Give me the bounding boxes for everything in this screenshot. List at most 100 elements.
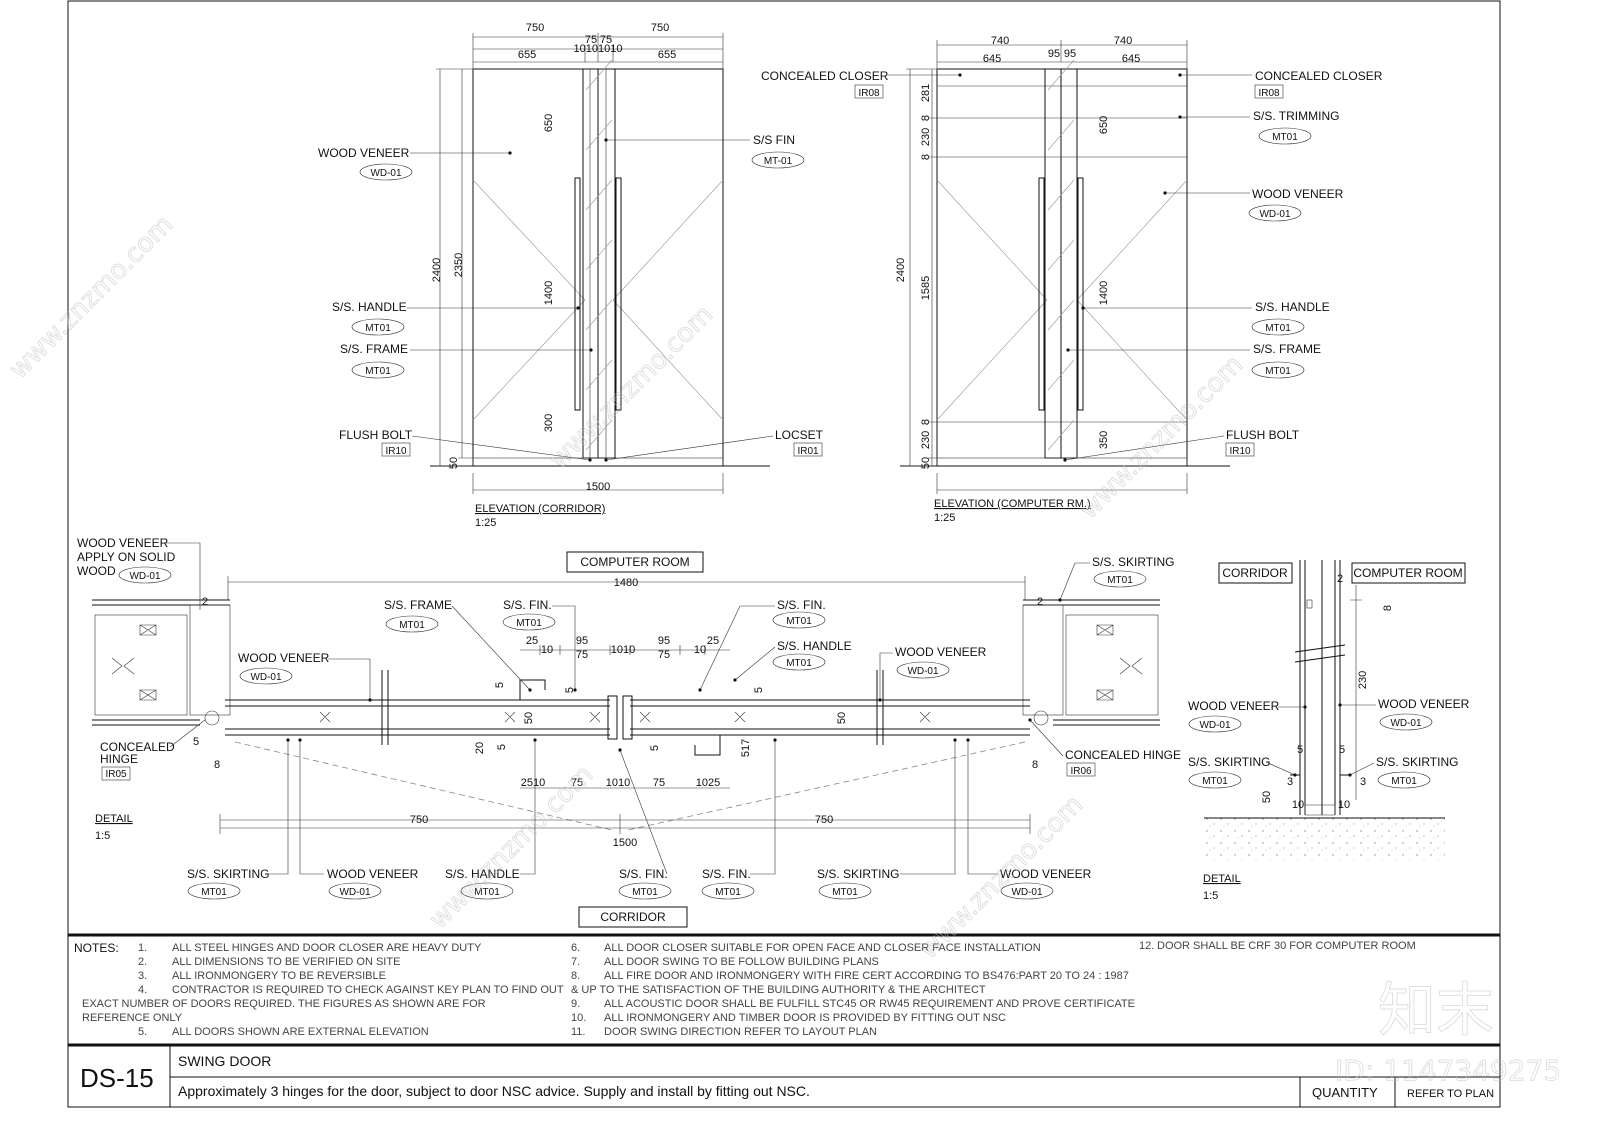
leader-dot [604,138,608,142]
dimension-text: 281 [920,84,932,102]
leader-line [552,605,576,690]
section-detail-scale: 1:5 [1203,890,1218,902]
note-text: ALL ACOUSTIC DOOR SHALL BE FULFILL STC45… [604,998,1135,1010]
dimension-text: 10101010 [574,43,623,55]
door-detail-drawing: ELEVATION (CORRIDOR) 1:25 ELEVATION (COM… [3,0,1562,1108]
callout-label: WOOD VENEER [1188,699,1280,713]
callout-label: APPLY ON SOLID [77,550,176,564]
note-text-continued: EXACT NUMBER OF DOORS REQUIRED. THE FIGU… [82,998,486,1010]
dimension-text: 650 [543,114,555,132]
callout: WOOD VENEER WD-01 [298,738,419,900]
note-text-continued: REFERENCE ONLY [82,1012,183,1024]
callout-label: S/S. FRAME [1253,342,1321,356]
material-tag-text: MT01 [1265,323,1291,334]
material-tag-text: WD-01 [907,666,939,677]
dimension-text: 5 [649,745,661,751]
material-tag-text: MT01 [1265,366,1291,377]
dimension-text: 1400 [543,281,555,305]
note-item: 7. ALL DOOR SWING TO BE FOLLOW BUILDING P… [571,956,879,968]
leader-line [734,646,776,681]
note-number: 5. [138,1026,147,1038]
note-text: ALL IRONMONGERY TO BE REVERSIBLE [172,970,386,982]
callout-label: WOOD VENEER [327,867,419,881]
dimension-text: 645 [1122,53,1140,65]
dimension-text: 5 [753,687,765,693]
dimension-text: 10 [541,644,553,656]
note-number: 1. [138,942,147,954]
callout: S/S. SKIRTING MT01 [1058,555,1174,602]
dimension-text: 1010 [611,644,635,656]
material-tag-text: IR10 [385,446,407,457]
leader-dot [958,73,962,77]
material-tag-text: MT01 [516,618,542,629]
dimension-text: 230 [920,128,932,146]
material-tag-text: MT01 [786,616,812,627]
elevation-corridor-title: ELEVATION (CORRIDOR) [475,503,605,515]
callout: S/S FIN MT-01 [604,133,805,169]
dimension-text: 5 [193,736,199,748]
callout-label: CONCEALED CLOSER [1255,69,1383,83]
leader-dot [953,738,957,742]
material-tag-text: WD-01 [339,887,371,898]
callout: CONCEALED HINGE IR06 [1028,718,1181,777]
dimension-text: 5 [564,687,576,693]
note-text: DOOR SWING DIRECTION REFER TO LAYOUT PLA… [604,1026,877,1038]
dimension-text: 50 [836,712,848,724]
note-item: 1. ALL STEEL HINGES AND DOOR CLOSER ARE H… [138,942,482,954]
dimension-text: 8 [1382,605,1394,611]
leader-dot [588,458,592,462]
dimension-text: 750 [410,814,428,826]
leader-line [605,435,774,461]
dimension-text: 8 [920,154,932,160]
callout-label: S/S. FIN. [777,598,826,612]
dimension-text: 10 [1292,799,1304,811]
note-item: 6. ALL DOOR CLOSER SUITABLE FOR OPEN FACE… [571,942,1041,954]
room-label-corridor: CORRIDOR [600,910,666,924]
dimension-text: 50 [448,457,460,469]
note-item: 9. ALL ACOUSTIC DOOR SHALL BE FULFILL STC… [571,998,1135,1010]
note-text: ALL IRONMONGERY AND TIMBER DOOR IS PROVI… [604,1012,1006,1024]
material-tag-text: MT01 [715,887,741,898]
callout-label: WOOD VENEER [895,645,987,659]
note-number: 11. [571,1026,585,1038]
note-number: 4. [138,984,147,996]
dimension-text: 740 [1114,35,1132,47]
leader-dot [773,738,777,742]
dimension-text: 1025 [696,777,720,789]
leader-dot [1081,306,1085,310]
note-text: ALL DOOR CLOSER SUITABLE FOR OPEN FACE A… [604,942,1041,954]
callout: S/S. FRAME MT01 [1066,342,1321,379]
callout-label: CONCEALED CLOSER [761,69,889,83]
dimension-text: 2510 [521,777,545,789]
note-item: 8. ALL FIRE DOOR AND IRONMONGERY WITH FIR… [571,970,1129,996]
leader-line [879,652,893,700]
material-tag-text: MT01 [632,887,658,898]
note-item: 10. ALL IRONMONGERY AND TIMBER DOOR IS PR… [571,1012,1006,1024]
dimension-text: 20 [474,742,486,754]
note-item: 5. ALL DOORS SHOWN ARE EXTERNAL ELEVATION [138,1026,429,1038]
note-number: 8. [571,970,580,982]
callout-label: WOOD VENEER [1252,187,1344,201]
callout-label: S/S. HANDLE [1255,300,1330,314]
elevation-computer-room-title: ELEVATION (COMPUTER RM.) [934,498,1091,510]
dimension-text: 350 [1098,431,1110,449]
callout-label: S/S. HANDLE [777,639,852,653]
leader-dot [1303,705,1307,709]
material-tag-text: MT01 [399,620,425,631]
callout-label: S/S FIN [753,133,795,147]
callout: WOOD VENEER WD-01 [878,645,987,702]
callout: S/S. FIN. MT01 [701,738,777,900]
room-label-computer-room: COMPUTER ROOM [1353,566,1462,580]
watermark-url: www.znzmo.com [4,210,179,385]
callout-label: S/S. SKIRTING [1376,755,1458,769]
callout-label: WOOD VENEER [1378,697,1470,711]
note-text-continued: & UP TO THE SATISFACTION OF THE BUILDING… [571,984,986,996]
leader-line [699,605,775,691]
dimension-text: 50 [1261,791,1273,803]
dimension-text: 1480 [614,577,638,589]
leader-dot [286,738,290,742]
material-tag-text: IR08 [1258,88,1280,99]
leader-dot [878,698,882,702]
dimension-text: 5 [494,682,506,688]
material-tag-text: IR01 [797,446,819,457]
